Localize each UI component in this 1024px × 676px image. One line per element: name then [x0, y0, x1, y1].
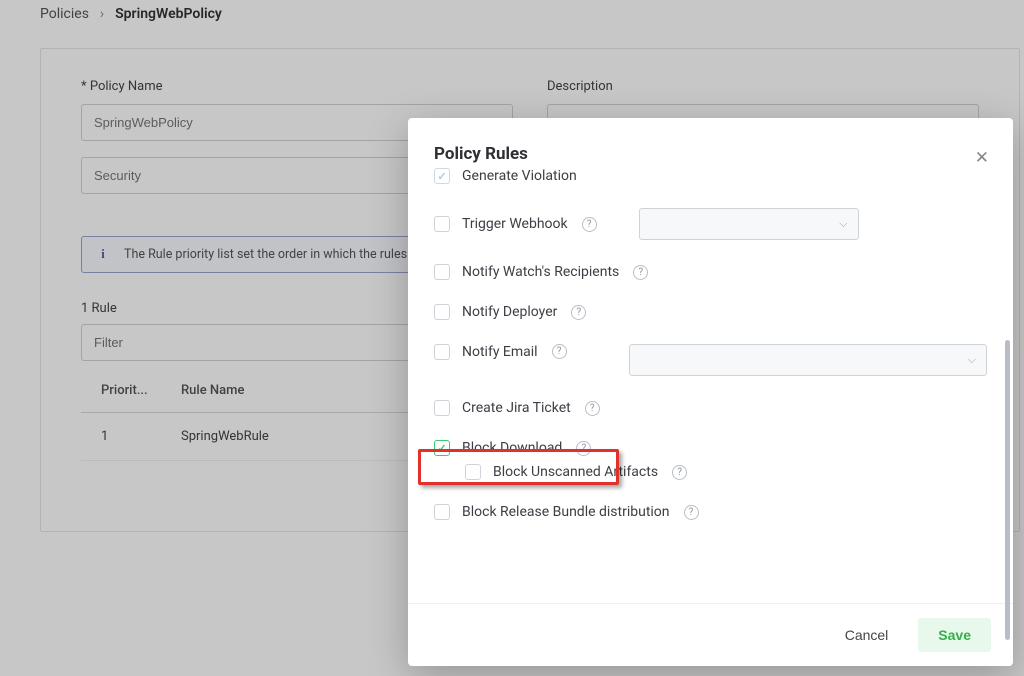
label-notify-watch: Notify Watch's Recipients — [462, 264, 619, 280]
scrollbar[interactable] — [1005, 340, 1010, 640]
help-icon[interactable]: ? — [672, 465, 687, 480]
checkbox-trigger-webhook[interactable] — [434, 216, 450, 232]
policy-rules-modal: Policy Rules ✕ ✓ Generate Violation Trig… — [408, 118, 1013, 666]
checkbox-block-download[interactable]: ✓ — [434, 440, 450, 456]
cancel-button[interactable]: Cancel — [835, 621, 899, 649]
help-icon[interactable]: ? — [585, 401, 600, 416]
help-icon[interactable]: ? — [684, 505, 699, 520]
label-create-jira: Create Jira Ticket — [462, 400, 571, 416]
modal-title: Policy Rules — [434, 144, 987, 164]
checkbox-generate-violation[interactable]: ✓ — [434, 168, 450, 184]
checkbox-notify-watch[interactable] — [434, 264, 450, 280]
chevron-down-icon: ⌵ — [968, 353, 976, 367]
webhook-select[interactable]: ⌵ — [639, 208, 859, 240]
close-icon[interactable]: ✕ — [971, 144, 993, 172]
label-notify-email: Notify Email — [462, 344, 538, 360]
help-icon[interactable]: ? — [552, 344, 567, 359]
checkbox-block-release[interactable] — [434, 504, 450, 520]
label-block-unscanned: Block Unscanned Artifacts — [493, 464, 658, 480]
checkbox-create-jira[interactable] — [434, 400, 450, 416]
label-block-release: Block Release Bundle distribution — [462, 504, 670, 520]
checkbox-notify-email[interactable] — [434, 344, 450, 360]
help-icon[interactable]: ? — [571, 305, 586, 320]
chevron-down-icon: ⌵ — [839, 217, 847, 231]
help-icon[interactable]: ? — [576, 441, 591, 456]
help-icon[interactable]: ? — [633, 265, 648, 280]
email-select[interactable]: ⌵ — [629, 344, 987, 376]
label-trigger-webhook: Trigger Webhook — [462, 216, 568, 232]
label-notify-deployer: Notify Deployer — [462, 304, 557, 320]
checkbox-block-unscanned[interactable] — [465, 464, 481, 480]
label-block-download: Block Download — [462, 440, 562, 456]
save-button[interactable]: Save — [918, 618, 991, 652]
label-generate-violation: Generate Violation — [462, 168, 577, 184]
help-icon[interactable]: ? — [582, 217, 597, 232]
checkbox-notify-deployer[interactable] — [434, 304, 450, 320]
modal-footer: Cancel Save — [408, 603, 1013, 666]
